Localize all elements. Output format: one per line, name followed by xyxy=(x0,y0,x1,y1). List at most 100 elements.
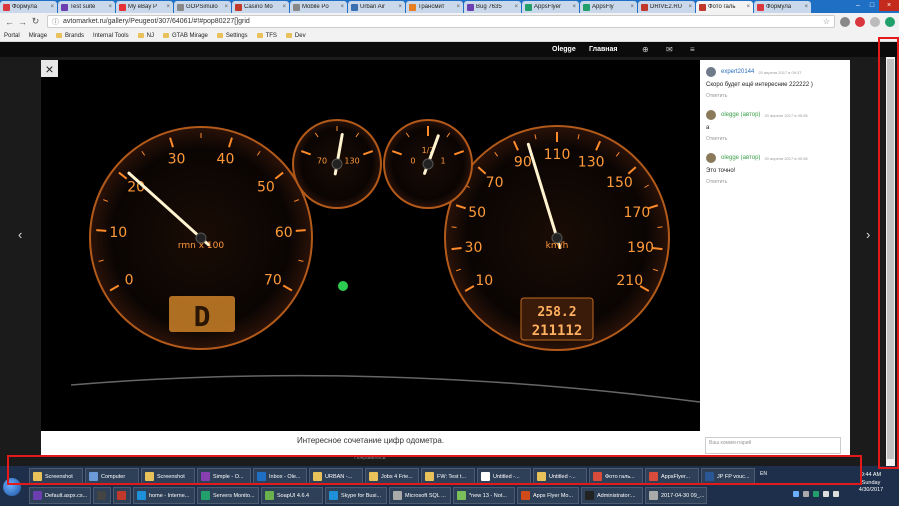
browser-tab[interactable]: Формула × xyxy=(0,1,57,13)
tab-close-icon[interactable]: × xyxy=(456,4,460,10)
bookmark-item[interactable]: TFS xyxy=(256,32,277,39)
mail-icon[interactable]: ✉ xyxy=(666,45,673,54)
next-arrow-icon[interactable]: › xyxy=(866,227,870,242)
tray-icon[interactable] xyxy=(803,491,809,497)
browser-tab[interactable]: Urban Air × xyxy=(348,1,405,13)
comment-author[interactable]: olegge (автор) xyxy=(721,112,760,118)
taskbar-item[interactable] xyxy=(93,487,111,504)
minimize-button[interactable]: – xyxy=(851,0,865,11)
gauge-tick-label: 110 xyxy=(544,147,571,163)
tab-close-icon[interactable]: × xyxy=(746,4,750,10)
reload-icon[interactable]: ↻ xyxy=(30,16,41,27)
user-link[interactable]: Olegge xyxy=(552,46,576,53)
maximize-button[interactable]: □ xyxy=(865,0,879,11)
bookmark-item[interactable]: Mirage xyxy=(0,32,48,93)
bookmark-item[interactable]: GTAB Mirage xyxy=(162,33,208,39)
back-icon[interactable]: ← xyxy=(4,16,15,27)
info-icon[interactable]: ⓘ xyxy=(52,17,59,27)
tab-close-icon[interactable]: × xyxy=(340,4,344,10)
tab-close-icon[interactable]: × xyxy=(804,4,808,10)
avatar[interactable] xyxy=(706,153,716,163)
browser-tab[interactable]: DRIVE2.RU × xyxy=(638,1,695,13)
browser-tab[interactable]: Casino Mo × xyxy=(232,1,289,13)
gauge-tick-label: 10 xyxy=(475,273,493,289)
tray-icon[interactable] xyxy=(793,491,799,497)
reply-link[interactable]: Ответить xyxy=(706,179,846,185)
volume-icon[interactable] xyxy=(833,491,839,497)
photo-viewer[interactable]: 0 10 20 30 40 50 60 70 rmn x 100 10 30 50 70 90 110 13… xyxy=(41,60,700,431)
taskbar-item[interactable]: *new 13 - Not... xyxy=(453,487,515,504)
browser-tab[interactable]: AppsFlyer × xyxy=(522,1,579,13)
browser-tab[interactable]: My eBay P × xyxy=(116,1,173,13)
extension-icon[interactable] xyxy=(870,16,880,27)
avatar[interactable] xyxy=(706,110,716,120)
taskbar-item[interactable]: Servers Monito... xyxy=(197,487,259,504)
tab-close-icon[interactable]: × xyxy=(398,4,402,10)
bookmark-item[interactable]: Internal Tools xyxy=(0,33,129,93)
menu-icon[interactable]: ≡ xyxy=(690,45,695,54)
tab-close-icon[interactable]: × xyxy=(688,4,692,10)
tab-close-icon[interactable]: × xyxy=(224,4,228,10)
extension-icon[interactable] xyxy=(840,16,850,27)
prev-arrow-icon[interactable]: ‹ xyxy=(18,227,22,242)
taskbar-item[interactable]: home - Interne... xyxy=(133,487,195,504)
tab-title: Фото галь xyxy=(708,4,736,10)
taskbar-item[interactable]: SoapUI 4.6.4 xyxy=(261,487,323,504)
trip-meter: 258.2 xyxy=(537,305,576,320)
taskbar-item[interactable]: Default.aspx.cs... xyxy=(29,487,91,504)
notifications-icon[interactable]: ⊕ xyxy=(642,45,649,54)
taskbar-item[interactable]: Skype for Busi... xyxy=(325,487,387,504)
close-icon[interactable]: × xyxy=(41,60,58,77)
comment-text: а xyxy=(706,125,710,131)
tab-close-icon[interactable]: × xyxy=(50,4,54,10)
bookmark-label: TFS xyxy=(265,32,277,39)
green-extension-icon[interactable] xyxy=(885,16,895,27)
tab-favicon-icon xyxy=(61,3,68,11)
gauge-tick-label: 20 xyxy=(127,179,145,195)
bookmark-item[interactable]: Portal xyxy=(0,33,20,93)
browser-tab[interactable]: GOPSimulo × xyxy=(174,1,231,13)
bookmark-item[interactable]: Settings xyxy=(216,33,248,39)
taskbar-item[interactable]: Administrator:... xyxy=(581,487,643,504)
taskbar-item[interactable]: Microsoft SQL ... xyxy=(389,487,451,504)
opera-extension-icon[interactable] xyxy=(855,16,865,27)
bookmark-item[interactable]: Brands xyxy=(56,33,84,39)
bookmark-item[interactable]: NJ xyxy=(137,33,154,39)
avatar[interactable] xyxy=(706,67,716,77)
reply-link[interactable]: Ответить xyxy=(706,93,846,99)
home-link[interactable]: Главная xyxy=(589,46,617,53)
forward-icon[interactable]: → xyxy=(17,16,28,27)
tab-close-icon[interactable]: × xyxy=(166,4,170,10)
bookmark-item[interactable]: Dev xyxy=(285,33,306,39)
close-window-button[interactable]: × xyxy=(879,0,899,11)
comment-header: olegge (автор) 20 апреля 2017 в 09:38 xyxy=(706,152,846,164)
browser-tab[interactable]: Bug 7635 × xyxy=(464,1,521,13)
tab-close-icon[interactable]: × xyxy=(630,4,634,10)
taskbar-label: Servers Monito... xyxy=(213,492,255,499)
taskbar-item[interactable]: 2017-04-30 09_... xyxy=(645,487,707,504)
tray-icon[interactable] xyxy=(813,491,819,497)
bookmark-star-icon[interactable]: ☆ xyxy=(823,17,830,26)
browser-tab[interactable]: AppsFly × xyxy=(580,1,637,13)
taskbar-item[interactable] xyxy=(113,487,131,504)
comment-author[interactable]: olegge (автор) xyxy=(721,155,760,161)
reply-link[interactable]: Ответить xyxy=(706,136,846,142)
folder-icon xyxy=(137,33,144,38)
network-icon[interactable] xyxy=(823,491,829,497)
bookmark-label: Mirage xyxy=(28,32,48,39)
taskbar-item[interactable]: Apps Flyer Mo... xyxy=(517,487,579,504)
comment-author[interactable]: expert20144 xyxy=(721,69,754,75)
tab-favicon-icon xyxy=(583,3,590,11)
tab-close-icon[interactable]: × xyxy=(282,4,286,10)
browser-tab[interactable]: Трансмит × xyxy=(406,1,463,13)
tab-close-icon[interactable]: × xyxy=(514,4,518,10)
comment-input[interactable]: Ваш комментарий xyxy=(705,437,841,454)
browser-tab[interactable]: Test suite × xyxy=(58,1,115,13)
browser-tab[interactable]: Фото галь × xyxy=(696,1,753,13)
browser-tab[interactable]: Mobile Po × xyxy=(290,1,347,13)
browser-tab[interactable]: Формула × xyxy=(754,1,811,13)
address-bar[interactable]: ⓘ avtomarket.ru/gallery/Peugeot/307/6406… xyxy=(47,15,835,28)
tab-close-icon[interactable]: × xyxy=(572,4,576,10)
tab-close-icon[interactable]: × xyxy=(108,4,112,10)
url-text[interactable]: avtomarket.ru/gallery/Peugeot/307/64061/… xyxy=(63,18,823,25)
